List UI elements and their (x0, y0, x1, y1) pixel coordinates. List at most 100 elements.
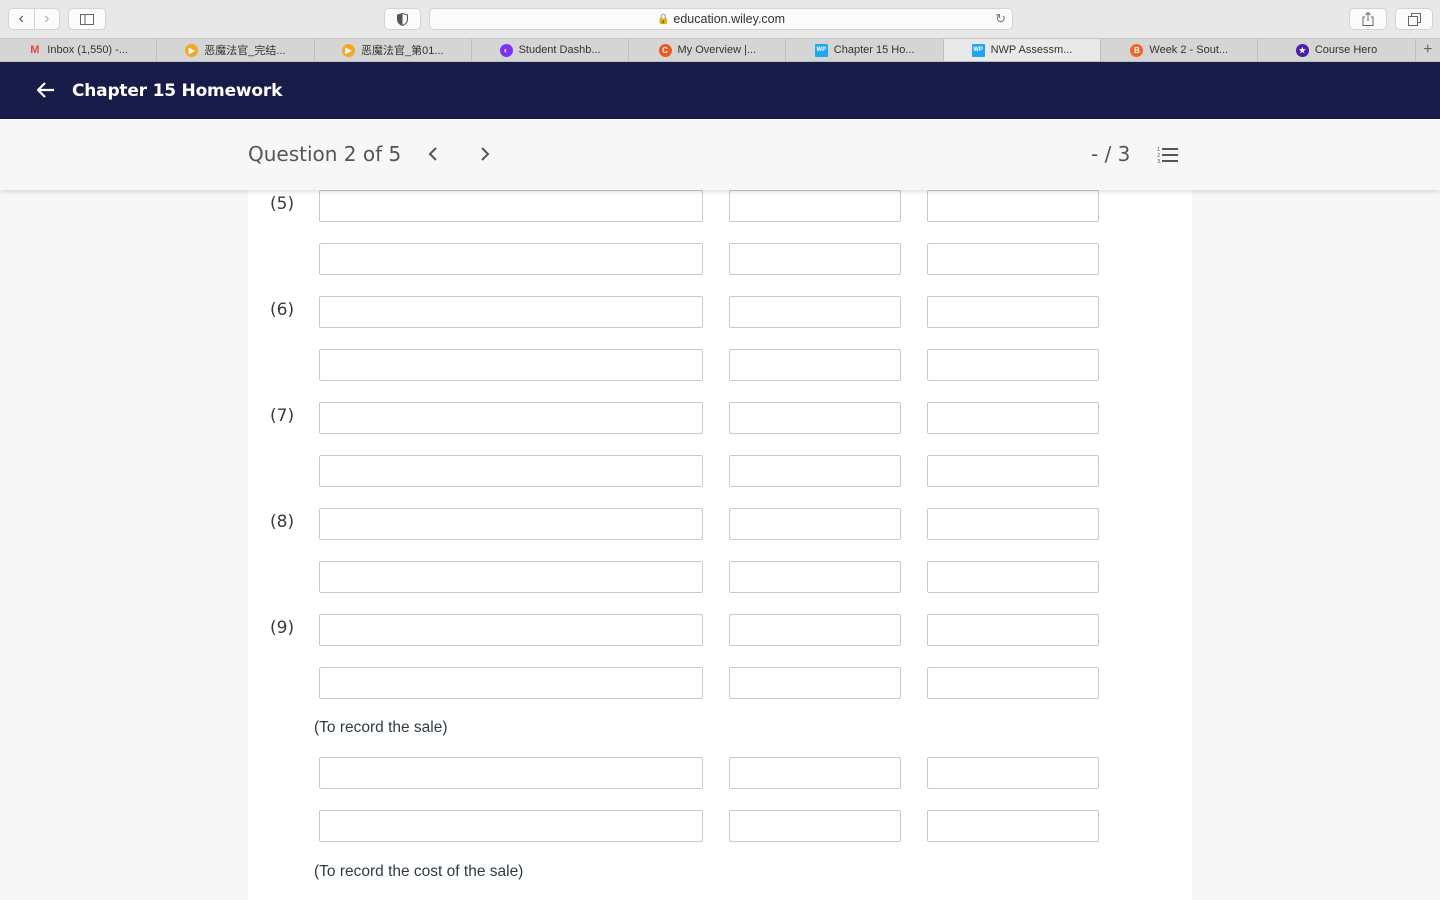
tab-label: Chapter 15 Ho... (833, 44, 915, 56)
debit-input[interactable] (729, 349, 901, 381)
entry-number: (7) (270, 406, 295, 426)
debit-input[interactable] (729, 810, 901, 842)
debit-input[interactable] (729, 190, 901, 222)
wileyplus-icon: WP (814, 43, 828, 57)
tab-label: 恶魔法官_第01... (360, 45, 444, 57)
account-title-input[interactable] (319, 243, 703, 275)
share-icon (1362, 12, 1374, 26)
credit-input[interactable] (927, 757, 1099, 789)
debit-input[interactable] (729, 561, 901, 593)
assignment-title: Chapter 15 Homework (72, 80, 283, 101)
account-title-input[interactable] (319, 757, 703, 789)
journal-entry-row (248, 667, 1192, 699)
privacy-report-button[interactable] (384, 8, 421, 30)
brightspace-icon: B (1130, 43, 1144, 57)
shield-icon (397, 12, 408, 26)
debit-input[interactable] (729, 757, 901, 789)
sidebar-toggle-button[interactable] (68, 8, 106, 30)
tab-label: My Overview |... (677, 44, 757, 56)
account-title-input[interactable] (319, 455, 703, 487)
browser-tab[interactable]: ▶ 恶魔法官_完结... (157, 39, 315, 61)
dashboard-icon: ◐ (499, 43, 513, 57)
tab-label: Inbox (1,550) -... (47, 44, 128, 56)
chevron-left-icon (428, 147, 437, 161)
account-title-input[interactable] (319, 667, 703, 699)
browser-tab[interactable]: B Week 2 - Sout... (1101, 39, 1259, 61)
back-arrow-icon[interactable] (36, 80, 59, 102)
play-icon: ▶ (341, 43, 355, 57)
debit-input[interactable] (729, 667, 901, 699)
chevron-right-icon (481, 147, 490, 161)
question-bar: Question 2 of 5 - / 3 1 2 3 (0, 119, 1440, 190)
journal-entry-row: (9) (248, 614, 1192, 646)
debit-input[interactable] (729, 243, 901, 275)
journal-entry-row (248, 455, 1192, 487)
credit-input[interactable] (927, 296, 1099, 328)
browser-tab[interactable]: ◐ Student Dashb... (472, 39, 630, 61)
journal-entry-row (248, 243, 1192, 275)
browser-tab[interactable]: WP NWP Assessm... (943, 39, 1102, 61)
entry-number: (6) (270, 300, 295, 320)
debit-input[interactable] (729, 296, 901, 328)
credit-input[interactable] (927, 561, 1099, 593)
account-title-input[interactable] (319, 402, 703, 434)
account-title-input[interactable] (319, 296, 703, 328)
app-header: Chapter 15 Homework (0, 62, 1440, 119)
credit-input[interactable] (927, 667, 1099, 699)
browser-tab[interactable]: M Inbox (1,550) -... (0, 39, 158, 61)
credit-input[interactable] (927, 810, 1099, 842)
journal-entry-row (248, 561, 1192, 593)
address-bar[interactable]: 🔒 education.wiley.com ↻ (429, 8, 1013, 30)
question-content: (To record the sale) (To record the cost… (248, 190, 1192, 900)
svg-text:3: 3 (1157, 159, 1160, 164)
credit-input[interactable] (927, 349, 1099, 381)
question-counter: Question 2 of 5 (248, 142, 402, 166)
browser-tab[interactable]: WP Chapter 15 Ho... (786, 39, 944, 61)
tab-label: 恶魔法官_完结... (204, 45, 286, 57)
credit-input[interactable] (927, 402, 1099, 434)
note-record-sale: (To record the sale) (314, 719, 448, 736)
entry-number: (9) (270, 618, 295, 638)
credit-input[interactable] (927, 455, 1099, 487)
score-display: - / 3 (1091, 142, 1131, 166)
debit-input[interactable] (729, 508, 901, 540)
journal-entry-row: (8) (248, 508, 1192, 540)
credit-input[interactable] (927, 508, 1099, 540)
tab-overview-button[interactable] (1395, 8, 1433, 30)
wileyplus-icon: WP (971, 43, 985, 57)
next-question-button[interactable] (479, 141, 491, 167)
browser-tab[interactable]: ★ Course Hero (1258, 39, 1416, 61)
share-button[interactable] (1349, 8, 1387, 30)
account-title-input[interactable] (319, 561, 703, 593)
debit-input[interactable] (729, 455, 901, 487)
tab-label: Week 2 - Sout... (1149, 44, 1229, 56)
account-title-input[interactable] (319, 614, 703, 646)
account-title-input[interactable] (319, 508, 703, 540)
account-title-input[interactable] (319, 190, 703, 222)
entry-number: (5) (270, 194, 295, 214)
new-tab-button[interactable]: + (1416, 39, 1440, 61)
previous-question-button[interactable] (427, 141, 439, 167)
tab-label: NWP Assessm... (990, 44, 1073, 56)
reload-icon[interactable]: ↻ (995, 11, 1006, 27)
journal-entry-row: (5) (248, 190, 1192, 222)
journal-entry-row (248, 349, 1192, 381)
lock-icon: 🔒 (656, 13, 670, 25)
back-button[interactable]: ‹ (9, 9, 34, 29)
credit-input[interactable] (927, 243, 1099, 275)
browser-tab[interactable]: C My Overview |... (629, 39, 787, 61)
entry-number: (8) (270, 512, 295, 532)
debit-input[interactable] (729, 402, 901, 434)
browser-tab[interactable]: ▶ 恶魔法官_第01... (315, 39, 472, 61)
tab-bar: M Inbox (1,550) -... ▶ 恶魔法官_完结... ▶ 恶魔法官_第01.… (0, 38, 1440, 62)
question-list-icon[interactable]: 1 2 3 (1157, 146, 1179, 165)
credit-input[interactable] (927, 190, 1099, 222)
forward-button[interactable]: › (33, 9, 60, 29)
sidebar-icon (80, 13, 94, 25)
account-title-input[interactable] (319, 810, 703, 842)
debit-input[interactable] (729, 614, 901, 646)
credit-input[interactable] (927, 614, 1099, 646)
account-title-input[interactable] (319, 349, 703, 381)
tab-label: Student Dashb... (518, 44, 601, 56)
tab-label: Course Hero (1314, 44, 1378, 56)
